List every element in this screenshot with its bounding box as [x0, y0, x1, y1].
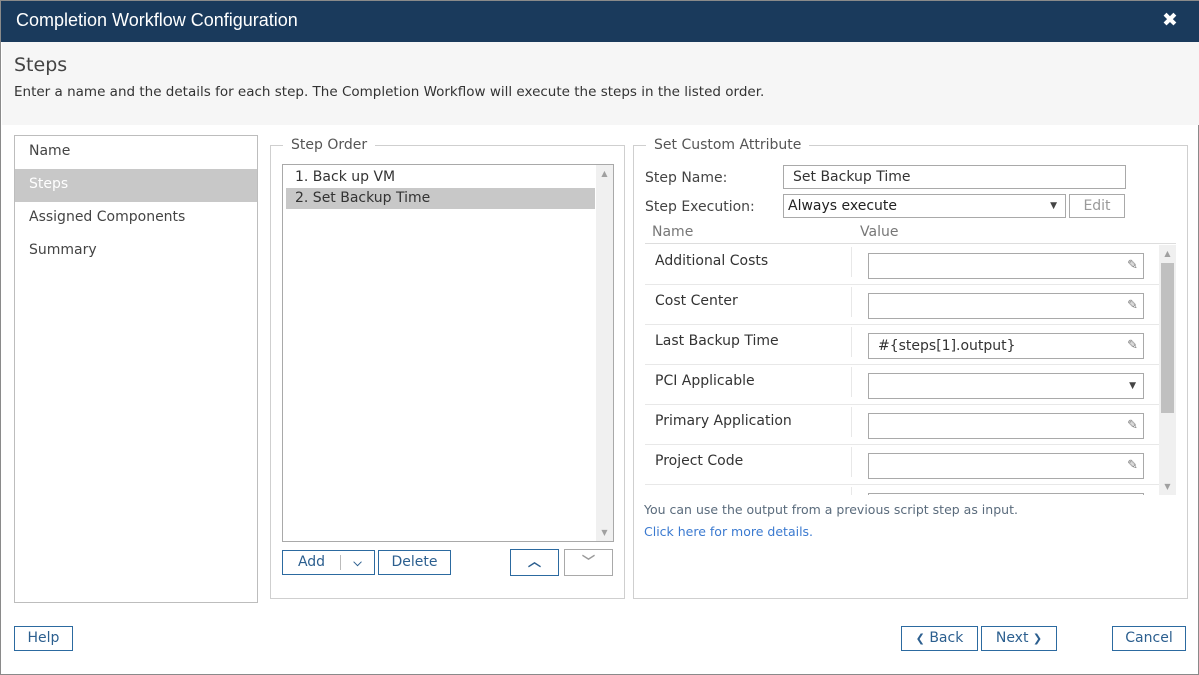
step-name-input[interactable]: Set Backup Time	[783, 165, 1126, 189]
column-divider	[851, 487, 852, 495]
step-order-panel: Step Order 1. Back up VM 2. Set Backup T…	[270, 137, 625, 599]
attribute-name: PCI Applicable	[655, 373, 755, 389]
step-list: 1. Back up VM 2. Set Backup Time ▲ ▼	[282, 164, 614, 542]
attribute-row: Cost Center ✎	[645, 285, 1159, 325]
column-divider	[851, 447, 852, 477]
column-header-value: Value	[860, 224, 899, 240]
title-bar: Completion Workflow Configuration ✖	[1, 0, 1199, 42]
dialog-title: Completion Workflow Configuration	[16, 10, 298, 30]
add-step-split-button[interactable]: Add ⌵	[282, 550, 375, 575]
attribute-value: #{steps[1].output}	[878, 338, 1016, 354]
chevron-left-icon: ❮	[915, 632, 925, 645]
step-list-scrollbar[interactable]: ▲ ▼	[596, 165, 613, 541]
add-dropdown-button[interactable]: ⌵	[341, 551, 374, 574]
step-item[interactable]: 1. Back up VM	[286, 167, 595, 188]
attribute-name: Project Code	[655, 453, 744, 469]
column-divider	[851, 247, 852, 277]
scroll-up-icon[interactable]: ▲	[1159, 245, 1176, 262]
pencil-icon[interactable]: ✎	[1127, 414, 1138, 438]
attribute-name: Last Backup Time	[655, 333, 779, 349]
nav-item-summary[interactable]: Summary	[15, 235, 257, 268]
wizard-nav: Name Steps Assigned Components Summary	[14, 135, 258, 603]
more-details-link[interactable]: Click here for more details.	[644, 524, 813, 539]
column-divider	[851, 327, 852, 357]
chevron-down-icon: ﹀	[581, 555, 595, 570]
step-order-legend: Step Order	[283, 137, 376, 153]
delete-step-button[interactable]: Delete	[378, 550, 451, 575]
chevron-down-icon: ⌵	[353, 556, 362, 569]
attribute-value-input[interactable]: #{steps[1].output} ✎	[868, 333, 1144, 359]
attribute-row: PCI Applicable ▼	[645, 365, 1159, 405]
custom-attribute-legend: Set Custom Attribute	[646, 137, 810, 153]
edit-button[interactable]: Edit	[1069, 194, 1125, 218]
attribute-value-input[interactable]	[868, 493, 1144, 495]
attribute-grid-header: Name Value	[645, 224, 1176, 244]
nav-item-steps[interactable]: Steps	[15, 169, 257, 202]
attribute-grid: Additional Costs ✎ Cost Center ✎ Last Ba…	[645, 245, 1176, 495]
scroll-down-icon[interactable]: ▼	[1159, 478, 1176, 495]
pencil-icon[interactable]: ✎	[1127, 294, 1138, 318]
pencil-icon[interactable]: ✎	[1127, 254, 1138, 278]
back-button[interactable]: ❮ Back	[901, 626, 978, 651]
pencil-icon[interactable]: ✎	[1127, 334, 1138, 358]
hint-text: You can use the output from a previous s…	[644, 502, 1018, 517]
scroll-up-icon[interactable]: ▲	[596, 165, 613, 182]
attribute-row: Last Backup Time #{steps[1].output} ✎	[645, 325, 1159, 365]
next-button[interactable]: Next ❯	[981, 626, 1057, 651]
scroll-down-icon[interactable]: ▼	[596, 524, 613, 541]
column-header-name: Name	[652, 224, 694, 240]
attribute-name: Cost Center	[655, 293, 738, 309]
attribute-row	[645, 485, 1159, 495]
cancel-button[interactable]: Cancel	[1112, 626, 1186, 651]
step-execution-label: Step Execution:	[645, 199, 755, 215]
dialog: Completion Workflow Configuration ✖ Step…	[0, 0, 1199, 675]
close-icon[interactable]: ✖	[1160, 9, 1180, 31]
chevron-right-icon: ❯	[1032, 632, 1043, 645]
attribute-row: Project Code ✎	[645, 445, 1159, 485]
attribute-row: Additional Costs ✎	[645, 245, 1159, 285]
chevron-up-icon: ︿	[527, 555, 541, 570]
dropdown-caret-icon: ▼	[1050, 201, 1057, 211]
move-up-button[interactable]: ︿	[510, 549, 559, 576]
attribute-value-input[interactable]: ✎	[868, 253, 1144, 279]
step-name-label: Step Name:	[645, 170, 728, 186]
column-divider	[851, 287, 852, 317]
dropdown-caret-icon: ▼	[1129, 381, 1136, 391]
page-title: Steps	[14, 54, 68, 76]
add-step-button[interactable]: Add	[283, 551, 340, 574]
page-header: Steps Enter a name and the details for e…	[2, 42, 1199, 125]
step-item-selected[interactable]: 2. Set Backup Time	[286, 188, 595, 209]
custom-attribute-panel: Set Custom Attribute Step Name: Set Back…	[633, 137, 1188, 599]
nav-item-name[interactable]: Name	[15, 136, 257, 169]
attribute-value-input[interactable]: ✎	[868, 293, 1144, 319]
attribute-value-input[interactable]: ✎	[868, 413, 1144, 439]
column-divider	[851, 367, 852, 397]
attribute-value-input[interactable]: ✎	[868, 453, 1144, 479]
page-description: Enter a name and the details for each st…	[14, 84, 765, 100]
column-divider	[851, 407, 852, 437]
back-label: Back	[929, 630, 964, 646]
attribute-value-select[interactable]: ▼	[868, 373, 1144, 399]
attribute-name: Primary Application	[655, 413, 792, 429]
attribute-row: Primary Application ✎	[645, 405, 1159, 445]
step-execution-select[interactable]: Always execute ▼	[783, 194, 1066, 218]
nav-item-assigned-components[interactable]: Assigned Components	[15, 202, 257, 235]
attribute-grid-scrollbar[interactable]: ▲ ▼	[1159, 245, 1176, 495]
step-execution-value: Always execute	[788, 198, 898, 214]
move-down-button[interactable]: ﹀	[564, 549, 613, 576]
scrollbar-thumb[interactable]	[1161, 263, 1174, 413]
help-button[interactable]: Help	[14, 626, 73, 651]
attribute-name: Additional Costs	[655, 253, 769, 269]
next-label: Next	[995, 630, 1029, 646]
pencil-icon[interactable]: ✎	[1127, 454, 1138, 478]
